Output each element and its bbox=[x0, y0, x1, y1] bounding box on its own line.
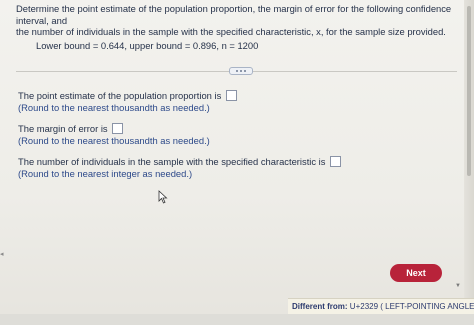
part-point-estimate-hint: (Round to the nearest thousandth as need… bbox=[18, 101, 210, 113]
scroll-down-icon[interactable]: ▼ bbox=[455, 283, 461, 289]
sample-count-input[interactable] bbox=[330, 156, 342, 167]
interval-bounds: Lower bound = 0.644, upper bound = 0.896… bbox=[36, 40, 259, 51]
part-sample-count-hint: (Round to the nearest integer as needed.… bbox=[18, 167, 193, 179]
part-margin-of-error-label: The margin of error is bbox=[18, 123, 108, 134]
bottom-toolbar bbox=[0, 314, 474, 325]
part-margin-of-error-hint: (Round to the nearest thousandth as need… bbox=[18, 134, 210, 146]
question-prompt-line2: the number of individuals in the sample … bbox=[16, 26, 446, 38]
part-point-estimate-label: The point estimate of the population pro… bbox=[18, 90, 222, 101]
part-margin-of-error: The margin of error is (Round to the nea… bbox=[18, 123, 210, 146]
question-text: Determine the point estimate of the popu… bbox=[16, 3, 456, 38]
tooltip-text: U+2329 ( LEFT-POINTING ANGLE bbox=[349, 302, 474, 311]
page-scroll-track[interactable] bbox=[464, 0, 474, 325]
part-sample-count-label: The number of individuals in the sample … bbox=[18, 156, 326, 167]
ellipsis-icon[interactable] bbox=[229, 67, 253, 75]
question-page: Determine the point estimate of the popu… bbox=[0, 0, 474, 325]
character-tooltip: Different from: U+2329 ( LEFT-POINTING A… bbox=[288, 298, 474, 314]
part-point-estimate: The point estimate of the population pro… bbox=[18, 90, 237, 113]
margin-of-error-input[interactable] bbox=[112, 123, 124, 134]
left-arrow-icon: ◂ bbox=[0, 251, 4, 258]
next-button[interactable]: Next bbox=[390, 264, 442, 282]
tooltip-prefix: Different from: bbox=[292, 302, 348, 311]
point-estimate-input[interactable] bbox=[225, 90, 237, 101]
part-sample-count: The number of individuals in the sample … bbox=[18, 156, 342, 179]
mouse-cursor-icon bbox=[158, 190, 168, 204]
question-prompt-line1: Determine the point estimate of the popu… bbox=[16, 3, 452, 26]
page-scrollbar-thumb[interactable] bbox=[467, 6, 471, 176]
